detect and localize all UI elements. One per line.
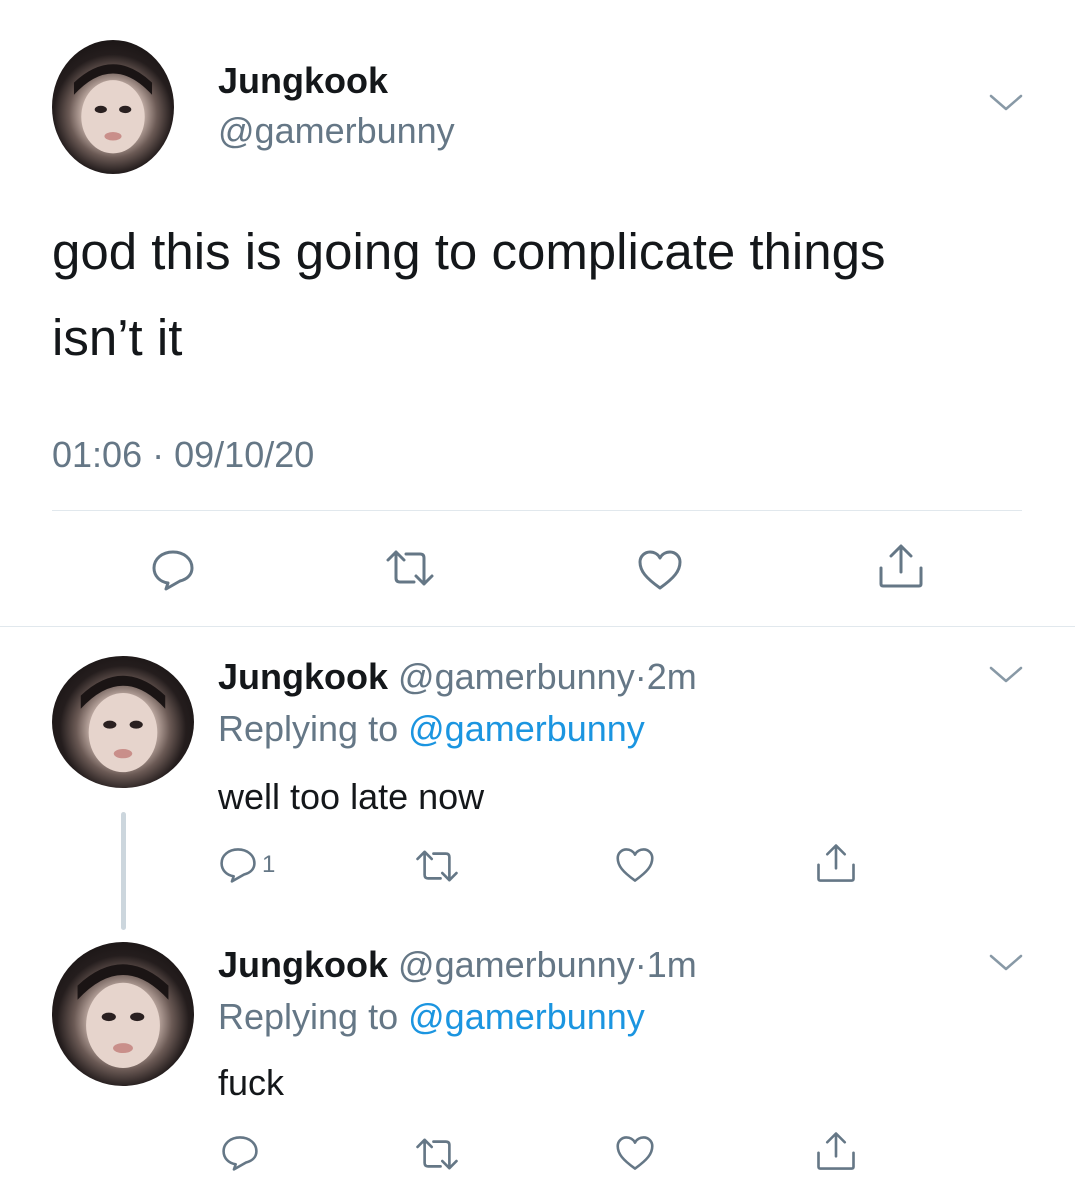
share-icon: [817, 844, 855, 882]
reply-count: 1: [262, 851, 276, 878]
like-button[interactable]: [614, 846, 656, 884]
retweet-button[interactable]: [414, 1136, 460, 1172]
tweet-age[interactable]: 2m: [647, 656, 697, 697]
divider: [0, 626, 1075, 627]
share-button[interactable]: [814, 842, 858, 884]
time: 01:06: [52, 434, 143, 475]
reply-text: fuck: [218, 1062, 285, 1103]
separator: ·: [634, 944, 647, 985]
like-icon: [616, 848, 654, 882]
reply-button[interactable]: [220, 1134, 260, 1172]
replying-to: Replying to @gamerbunny: [218, 708, 645, 750]
reply-header: Jungkook @gamerbunny·1m: [218, 944, 697, 986]
tweet-age[interactable]: 1m: [647, 944, 697, 985]
avatar[interactable]: [52, 942, 194, 1086]
display-name[interactable]: Jungkook: [218, 656, 388, 697]
replying-handle-link[interactable]: @gamerbunny: [408, 708, 645, 749]
like-button[interactable]: [614, 1134, 656, 1172]
display-name[interactable]: Jungkook: [218, 944, 388, 985]
handle[interactable]: @gamerbunny: [218, 110, 455, 152]
tweet-text-line: god this is going to complicate things: [52, 223, 886, 280]
like-button[interactable]: [636, 548, 684, 592]
chevron-down-icon[interactable]: [988, 664, 1024, 686]
separator: ·: [634, 656, 647, 697]
chevron-down-icon[interactable]: [988, 92, 1024, 114]
reply-icon: [152, 550, 194, 591]
timestamp[interactable]: 01:06 · 09/10/20: [52, 434, 314, 476]
replying-to: Replying to @gamerbunny: [218, 996, 645, 1038]
reply-button[interactable]: 1: [218, 846, 275, 884]
retweet-icon: [416, 1138, 458, 1170]
retweet-icon: [416, 850, 458, 882]
replying-handle-link[interactable]: @gamerbunny: [408, 996, 645, 1037]
retweet-button[interactable]: [384, 548, 436, 588]
like-icon: [638, 550, 682, 590]
reply-text: well too late now: [218, 776, 485, 817]
replying-prefix: Replying to: [218, 708, 399, 749]
reply-icon: [220, 848, 256, 883]
retweet-button[interactable]: [414, 848, 460, 884]
chevron-down-icon[interactable]: [988, 952, 1024, 974]
handle[interactable]: @gamerbunny: [398, 656, 635, 697]
tweet-text-line: isn’t it: [52, 309, 183, 366]
reply-icon: [222, 1136, 258, 1171]
share-button[interactable]: [814, 1130, 858, 1172]
retweet-icon: [386, 550, 434, 586]
share-icon: [817, 1132, 855, 1170]
replying-prefix: Replying to: [218, 996, 399, 1037]
avatar-image: [73, 64, 153, 154]
thread-line: [121, 812, 126, 930]
avatar-image: [80, 675, 166, 773]
date: 09/10/20: [174, 434, 315, 475]
share-icon: [879, 544, 923, 588]
separator: ·: [152, 434, 165, 475]
avatar-image: [77, 964, 169, 1068]
display-name[interactable]: Jungkook: [218, 60, 388, 102]
reply-button[interactable]: [150, 548, 196, 592]
like-icon: [616, 1136, 654, 1170]
avatar[interactable]: [52, 40, 174, 174]
handle[interactable]: @gamerbunny: [398, 944, 635, 985]
divider: [52, 510, 1022, 511]
avatar[interactable]: [52, 656, 194, 788]
share-button[interactable]: [876, 542, 926, 590]
reply-header: Jungkook @gamerbunny·2m: [218, 656, 697, 698]
